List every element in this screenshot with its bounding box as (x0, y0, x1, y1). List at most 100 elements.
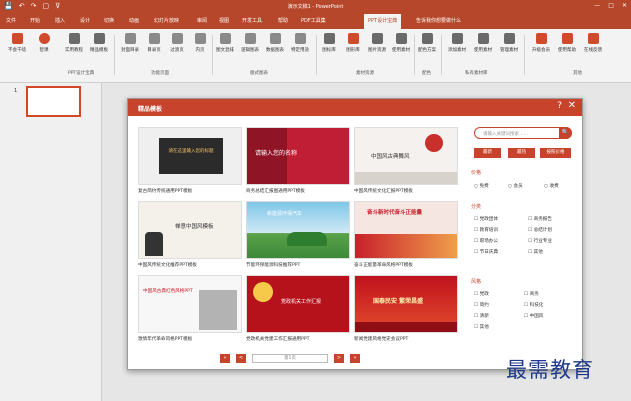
template-card[interactable]: 新能源环保汽车 节能环保能源科技推荐PPT (246, 201, 350, 268)
tab-review[interactable]: 审阅 (197, 17, 207, 24)
ribbon-icon (148, 33, 160, 44)
tab-home[interactable]: 开始 (30, 17, 40, 24)
sort-hottest-button[interactable]: 最热 (508, 148, 535, 158)
category-checkbox[interactable]: ☐ 职场办公 (474, 238, 498, 244)
ribbon-button-color-scheme[interactable]: 配色方案 (416, 33, 438, 53)
category-checkbox[interactable]: ☐ 行业专业 (528, 238, 552, 244)
template-card[interactable]: 请输入您的名称 商务总结汇报图通用PPT模板 (246, 127, 350, 194)
ribbon-button-smart-course[interactable]: 智课 (33, 33, 55, 53)
ribbon-button-label: 升级会员 (532, 48, 550, 53)
tab-file[interactable]: 文件 (6, 17, 16, 24)
ribbon-button-cover[interactable]: 封面目录 (119, 33, 141, 53)
ribbon-button-icon-library[interactable]: 图标库 (318, 33, 340, 53)
group-separator (441, 35, 442, 75)
ribbon-button-toc[interactable]: 目录页 (143, 33, 165, 53)
category-checkbox[interactable]: ☐ 节日庆典 (474, 249, 498, 255)
template-card[interactable]: 中国风古典舞风 中国风传统文化汇报PPT模板 (354, 127, 458, 194)
style-checkbox[interactable]: ☐ 其他 (474, 324, 489, 330)
style-checkbox[interactable]: ☐ 清新 (474, 313, 489, 319)
style-checkbox[interactable]: ☐ 党政 (474, 291, 489, 297)
maximize-button[interactable]: □ (608, 2, 614, 9)
category-checkbox[interactable]: ☐ 党政团体 (474, 216, 498, 222)
close-button[interactable]: ✕ (622, 2, 627, 9)
slide-thumbnail[interactable] (26, 86, 81, 117)
ribbon-icon (323, 33, 335, 44)
sort-price-button[interactable]: 按照价格 (540, 148, 571, 158)
tab-transitions[interactable]: 切换 (104, 17, 114, 24)
category-checkbox[interactable]: ☐ 商务报告 (528, 216, 552, 222)
ribbon-icon (219, 33, 231, 44)
template-caption: 中国风传统文化汇报PPT模板 (354, 189, 413, 194)
search-icon[interactable]: 🔍 (559, 127, 572, 139)
next-page-button[interactable]: > (334, 354, 344, 363)
tab-ppt-design[interactable]: PPT设计宝典 (364, 14, 402, 29)
prev-page-button[interactable]: < (236, 354, 246, 363)
ribbon-button-label: 图片资源 (368, 48, 386, 53)
style-checkbox[interactable]: ☐ 中国风 (524, 313, 543, 319)
ribbon-icon (244, 33, 256, 44)
tab-slideshow[interactable]: 幻灯片放映 (154, 17, 179, 24)
search-box[interactable]: 请输入关键词搜索…… 🔍 (474, 127, 572, 139)
tab-insert[interactable]: 插入 (55, 17, 65, 24)
ribbon-button-use-private-asset[interactable]: 使用素材 (472, 33, 494, 53)
template-card[interactable]: 禅意中国风模板 中国风传统文化推荐PPT模板 (138, 201, 242, 268)
ribbon-button-text-image[interactable]: 图文混排 (214, 33, 236, 53)
template-card[interactable]: 奋斗新时代奋斗正能量 奋斗正能量革命风格PPT模板 (354, 201, 458, 268)
first-page-button[interactable]: « (220, 354, 230, 363)
tab-animations[interactable]: 动画 (129, 17, 139, 24)
ribbon-button-label: 使用帮助 (558, 48, 576, 53)
option-label: 教育培训 (479, 228, 498, 233)
thumbnail-block (159, 138, 223, 174)
ribbon-button-label: 逻辑图表 (241, 48, 259, 53)
ribbon-button-tutorial[interactable]: 实用教程 (63, 33, 85, 53)
ribbon-button-use-assets[interactable]: 使用素材 (390, 33, 412, 53)
ribbon-button-transition-page[interactable]: 过渡页 (166, 33, 188, 53)
template-card[interactable]: 国泰民安 繁荣昌盛 新闻党建风格党史会议PPT (354, 275, 458, 342)
ribbon-button-label: 图标库 (322, 48, 336, 53)
tab-design[interactable]: 设计 (80, 17, 90, 24)
style-checkbox[interactable]: ☐ 科技化 (524, 302, 543, 308)
price-option-member[interactable]: ○ 会员 (508, 183, 523, 189)
page-input[interactable]: 第1页 (252, 354, 328, 363)
category-checkbox[interactable]: ☐ 总结计划 (528, 227, 552, 233)
template-card[interactable]: 中国风古典红色风格PPT 激情年代革命风格PPT模板 (138, 275, 242, 342)
ribbon-button-manage-assets[interactable]: 管理素材 (498, 33, 520, 53)
last-page-button[interactable]: » (350, 354, 360, 363)
ribbon-button-add-asset[interactable]: 添加素材 (446, 33, 468, 53)
price-option-paid[interactable]: ○ 收费 (544, 183, 559, 189)
help-icon[interactable]: ? (557, 101, 562, 111)
ribbon-button-data-chart[interactable]: 数据图表 (264, 33, 286, 53)
ribbon-button-special-use[interactable]: 特定用途 (289, 33, 311, 53)
thumbnail-emblem (253, 282, 273, 302)
ribbon-button-help-me[interactable]: 不会干啥 (6, 33, 28, 53)
minimize-button[interactable]: — (594, 2, 600, 9)
option-label: 商务 (529, 292, 539, 297)
sort-newest-button[interactable]: 最新 (474, 148, 501, 158)
option-label: 党政 (479, 292, 489, 297)
style-checkbox[interactable]: ☐ 商务 (524, 291, 539, 297)
ribbon-button-image-resources[interactable]: 图片资源 (366, 33, 388, 53)
ribbon-button-feedback[interactable]: 在线反馈 (582, 33, 604, 53)
category-checkbox[interactable]: ☐ 教育培训 (474, 227, 498, 233)
close-icon[interactable]: ✕ (568, 100, 576, 111)
ribbon-button-inner-page[interactable]: 内页 (189, 33, 211, 53)
template-card[interactable]: 请在这里输入您的标题 复古简约传统通用PPT模板 (138, 127, 242, 194)
style-checkbox[interactable]: ☐ 简约 (474, 302, 489, 308)
template-caption: 节能环保能源科技推荐PPT (246, 263, 301, 268)
category-checkbox[interactable]: ☐ 其他 (528, 249, 543, 255)
option-label: 商务报告 (533, 217, 552, 222)
tab-developer[interactable]: 开发工具 (242, 17, 262, 24)
template-card[interactable]: 党政机关工作汇报 党政机关党建工作汇报通用PPT (246, 275, 350, 342)
price-option-free[interactable]: ○ 免费 (474, 183, 489, 189)
tell-me-search[interactable]: 告诉我你想要做什么 (416, 17, 461, 24)
ribbon-button-premium-templates[interactable]: 精品模板 (88, 33, 110, 53)
option-label: 节日庆典 (479, 250, 498, 255)
tab-view[interactable]: 视图 (219, 17, 229, 24)
search-input[interactable]: 请输入关键词搜索…… (483, 131, 528, 137)
tab-pdf-tools[interactable]: PDF工具集 (301, 17, 326, 24)
ribbon-button-shape-library[interactable]: 图形库 (342, 33, 364, 53)
tab-help[interactable]: 帮助 (278, 17, 288, 24)
ribbon-button-logic-chart[interactable]: 逻辑图表 (239, 33, 261, 53)
ribbon-button-help[interactable]: 使用帮助 (556, 33, 578, 53)
ribbon-button-upgrade[interactable]: 升级会员 (530, 33, 552, 53)
